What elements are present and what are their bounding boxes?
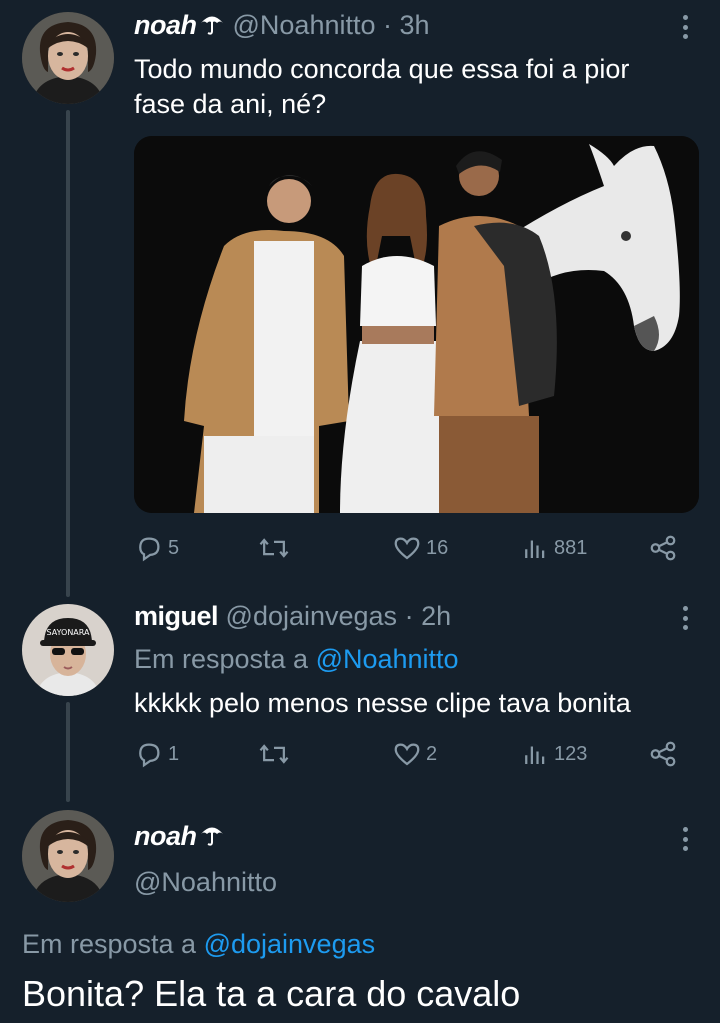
handle[interactable]: @Noahnitto (233, 10, 376, 40)
retweet-button[interactable] (258, 530, 290, 566)
more-icon[interactable] (676, 12, 694, 42)
views-count: 881 (554, 536, 588, 559)
views-button[interactable]: 123 (520, 736, 587, 772)
display-name[interactable]: noah (134, 821, 197, 851)
more-icon[interactable] (676, 824, 694, 854)
tweet-text: kkkkk pelo menos nesse clipe tava bonita (134, 688, 631, 718)
share-icon (650, 741, 676, 767)
heart-icon (394, 743, 420, 766)
more-icon[interactable] (676, 603, 694, 633)
tweet-header: noah (134, 820, 233, 854)
views-icon (525, 746, 545, 764)
retweet-button[interactable] (258, 736, 290, 772)
handle[interactable]: @dojainvegas (226, 601, 398, 631)
tweet-header: miguel @dojainvegas · 2h (134, 600, 451, 632)
views-button[interactable]: 881 (520, 530, 587, 566)
tweet-text-line: fase da ani, né? (134, 89, 327, 119)
reply-button[interactable]: 5 (134, 530, 179, 566)
avatar[interactable] (22, 810, 114, 902)
reply-context-label: Em resposta a (22, 929, 204, 959)
umbrella-icon (199, 10, 225, 43)
reply-icon (139, 743, 160, 768)
timestamp[interactable]: 3h (400, 10, 430, 40)
handle-row: @Noahnitto (134, 866, 277, 898)
thread-connector (66, 110, 70, 597)
conversation-thread: noah @Noahnitto · 3h Todo mundo concorda … (0, 0, 720, 1023)
tweet-actions: 1 2 123 (134, 736, 694, 772)
retweet-icon (259, 538, 289, 558)
views-icon (525, 540, 545, 558)
separator: · (375, 10, 400, 40)
reply-icon (139, 537, 160, 562)
reply-count: 5 (168, 536, 180, 559)
display-name[interactable]: miguel (134, 601, 219, 631)
reply-mention-link[interactable]: @Noahnitto (316, 644, 459, 674)
heart-icon (394, 537, 420, 560)
retweet-icon (259, 744, 289, 764)
tweet-media-image[interactable] (134, 136, 699, 513)
like-count: 2 (426, 742, 438, 765)
reply-mention-link[interactable]: @dojainvegas (204, 929, 376, 959)
like-button[interactable]: 2 (392, 736, 437, 772)
reply-context: Em resposta a @dojainvegas (22, 928, 375, 960)
share-icon (650, 535, 676, 561)
handle[interactable]: @Noahnitto (134, 867, 277, 897)
views-count: 123 (554, 742, 588, 765)
separator: · (397, 601, 422, 631)
share-button[interactable] (648, 530, 678, 566)
like-button[interactable]: 16 (392, 530, 448, 566)
thread-connector (66, 702, 70, 802)
tweet-actions: 5 16 881 (134, 530, 694, 566)
reply-context-label: Em resposta a (134, 644, 316, 674)
avatar[interactable] (22, 12, 114, 104)
share-button[interactable] (648, 736, 678, 772)
tweet-text-line: Todo mundo concorda que essa foi a pior (134, 54, 630, 84)
avatar[interactable]: SAYONARA (22, 604, 114, 696)
reply-count: 1 (168, 742, 180, 765)
tweet-header: noah @Noahnitto · 3h (134, 9, 430, 43)
reply-context: Em resposta a @Noahnitto (134, 643, 459, 675)
tweet-text: Todo mundo concorda que essa foi a pior … (134, 52, 704, 122)
like-count: 16 (426, 536, 449, 559)
reply-button[interactable]: 1 (134, 736, 179, 772)
display-name[interactable]: noah (134, 10, 197, 40)
svg-text:SAYONARA: SAYONARA (47, 628, 91, 637)
tweet-text: Bonita? Ela ta a cara do cavalo (22, 973, 521, 1014)
umbrella-icon (199, 821, 225, 854)
timestamp[interactable]: 2h (421, 601, 451, 631)
